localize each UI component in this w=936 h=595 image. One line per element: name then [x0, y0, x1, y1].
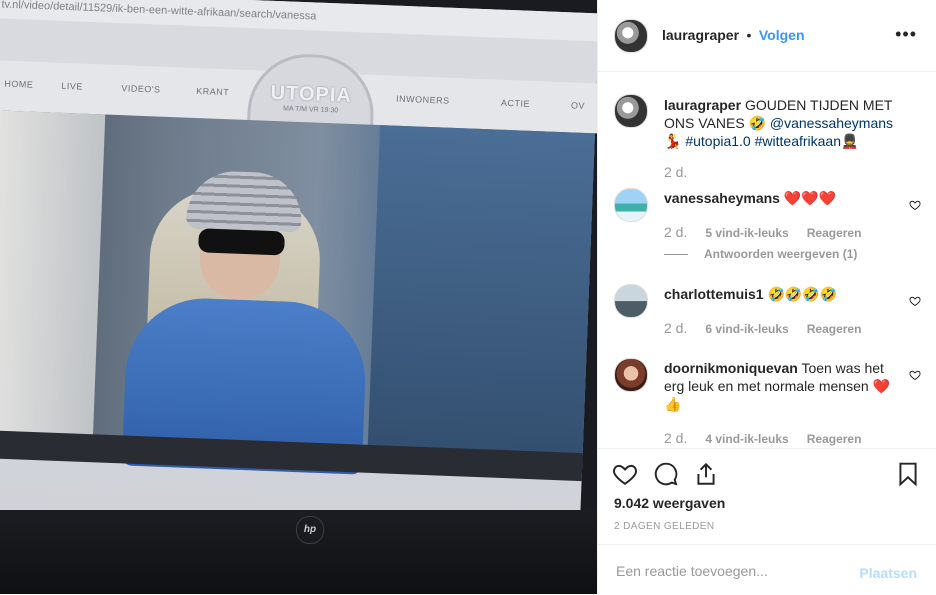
- caption-avatar[interactable]: [614, 94, 648, 128]
- nav-krant: KRANT: [196, 85, 230, 98]
- comment-input[interactable]: [614, 559, 848, 583]
- nav-live: LIVE: [61, 80, 84, 92]
- comment-meta: 2 d. 4 vind-ik-leuks Reageren: [664, 430, 861, 446]
- room-wall: [367, 125, 595, 474]
- caption-text: lauragraper GOUDEN TIJDEN MET ONS VANES …: [664, 96, 904, 150]
- video-frame: [0, 109, 595, 475]
- comment-item: doornikmoniquevan Toen was het erg leuk …: [664, 359, 904, 413]
- post-header: lauragraper • Volgen •••: [598, 0, 936, 72]
- comment-time[interactable]: 2 d.: [664, 320, 687, 336]
- caption-emoji-guard: 💂: [841, 133, 859, 149]
- like-heart-icon[interactable]: [909, 369, 921, 381]
- header-separator: •: [746, 27, 752, 43]
- nav-actie: ACTIE: [500, 97, 531, 109]
- like-heart-icon[interactable]: [909, 199, 921, 211]
- commenter-avatar[interactable]: [614, 358, 648, 392]
- nav-ov: OV: [570, 100, 586, 111]
- comment-time[interactable]: 2 d.: [664, 430, 687, 446]
- caption-time[interactable]: 2 d.: [664, 164, 687, 180]
- person-hat: [186, 169, 304, 233]
- post-button[interactable]: Plaatsen: [859, 565, 917, 581]
- comment-composer: Plaatsen: [598, 544, 936, 595]
- action-bar: [598, 448, 936, 499]
- comment-likes[interactable]: 6 vind-ik-leuks: [705, 322, 788, 336]
- comment-icon[interactable]: [653, 461, 679, 487]
- comment-likes[interactable]: 5 vind-ik-leuks: [705, 226, 788, 240]
- comment-meta: 2 d. 5 vind-ik-leuks Reageren: [664, 224, 861, 240]
- hashtag-witteafrikaan[interactable]: #witteafrikaan: [755, 133, 841, 149]
- browser-url: tv.nl/video/detail/11529/ik-ben-een-witt…: [0, 0, 597, 43]
- comment-meta: 2 d. 6 vind-ik-leuks Reageren: [664, 320, 861, 336]
- laptop-screen: tv.nl/video/detail/11529/ik-ben-een-witt…: [0, 0, 597, 544]
- reply-button[interactable]: Reageren: [807, 322, 862, 336]
- video-player[interactable]: tv.nl/video/detail/11529/ik-ben-een-witt…: [0, 0, 597, 594]
- view-count[interactable]: 9.042 weergaven: [614, 495, 725, 511]
- comment-username[interactable]: charlottemuis1: [664, 286, 764, 302]
- caption-emoji-dancer: 💃: [664, 133, 682, 149]
- view-replies-button[interactable]: Antwoorden weergeven (1): [664, 247, 857, 261]
- comment-text: 🤣🤣🤣🤣: [767, 286, 838, 302]
- share-icon[interactable]: [693, 461, 719, 487]
- nav-inwoners: INWONERS: [395, 93, 450, 106]
- commenter-avatar[interactable]: [614, 284, 648, 318]
- comment-text: ❤️❤️❤️: [783, 190, 837, 206]
- reply-button[interactable]: Reageren: [807, 226, 862, 240]
- room-shelf: [0, 109, 106, 455]
- comments-list[interactable]: lauragraper GOUDEN TIJDEN MET ONS VANES …: [598, 72, 936, 448]
- ellipsis-icon[interactable]: •••: [895, 24, 917, 45]
- sunglasses: [198, 228, 285, 256]
- nav-videos: VIDEO'S: [121, 83, 161, 95]
- comment-username[interactable]: vanessaheymans: [664, 190, 780, 206]
- comment-item: charlottemuis1 🤣🤣🤣🤣: [664, 285, 904, 303]
- post-date[interactable]: 2 DAGEN GELEDEN: [614, 521, 714, 532]
- nav-home: HOME: [4, 78, 34, 90]
- comment-likes[interactable]: 4 vind-ik-leuks: [705, 432, 788, 446]
- comment-username[interactable]: doornikmoniquevan: [664, 360, 798, 376]
- comment-time[interactable]: 2 d.: [664, 224, 687, 240]
- commenter-avatar[interactable]: [614, 188, 648, 222]
- hashtag-utopia[interactable]: #utopia1.0: [685, 133, 750, 149]
- post-panel: lauragraper • Volgen ••• lauragraper GOU…: [597, 0, 936, 594]
- heart-icon[interactable]: [612, 461, 638, 487]
- reply-button[interactable]: Reageren: [807, 432, 862, 446]
- bookmark-icon[interactable]: [895, 461, 921, 487]
- avatar[interactable]: [614, 19, 648, 53]
- like-heart-icon[interactable]: [909, 295, 921, 307]
- comment-item: vanessaheymans ❤️❤️❤️: [664, 189, 904, 207]
- follow-button[interactable]: Volgen: [759, 27, 805, 43]
- caption-username[interactable]: lauragraper: [664, 97, 741, 113]
- header-username[interactable]: lauragraper: [662, 27, 739, 43]
- mention-link[interactable]: @vanessaheymans: [770, 115, 893, 131]
- hp-logo: hp: [296, 516, 324, 544]
- header-line: lauragraper • Volgen: [662, 27, 805, 45]
